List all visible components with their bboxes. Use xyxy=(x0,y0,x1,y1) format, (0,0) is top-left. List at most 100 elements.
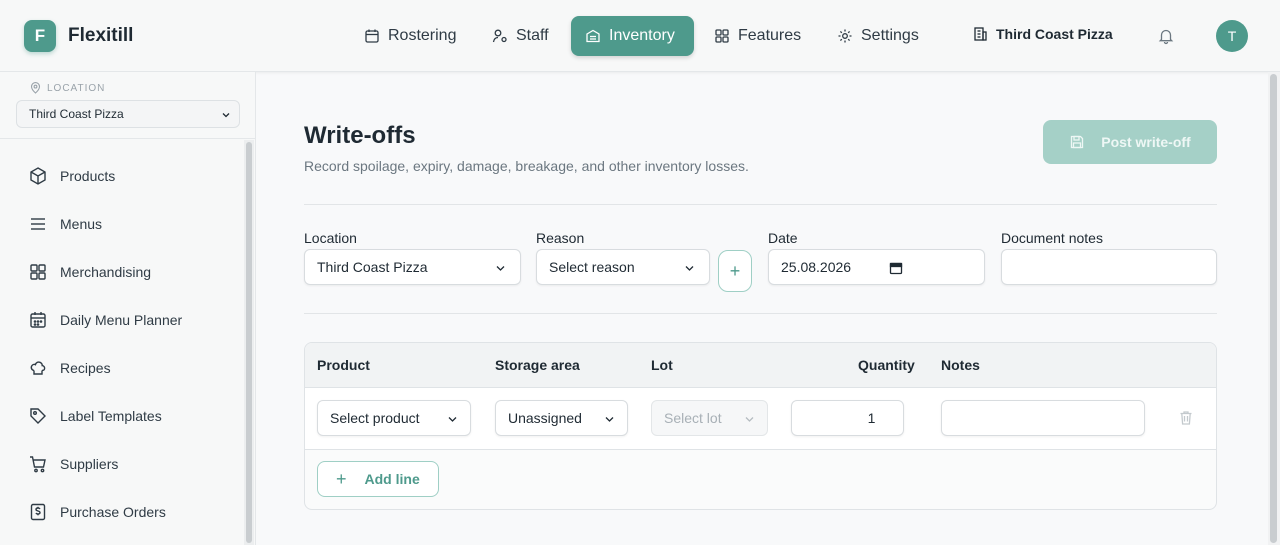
sidebar-item-label: Daily Menu Planner xyxy=(60,312,183,328)
trash-icon xyxy=(1180,411,1192,425)
lot-select-value: Select lot xyxy=(664,410,722,426)
calendar-icon[interactable] xyxy=(889,261,903,275)
map-pin-icon xyxy=(30,82,41,94)
receipt-icon xyxy=(30,503,46,521)
user-icon xyxy=(492,29,507,43)
location-label: Location xyxy=(304,230,357,246)
delete-line-button[interactable] xyxy=(1179,410,1193,431)
nav-settings[interactable]: Settings xyxy=(823,16,933,56)
page-scrollbar-thumb[interactable] xyxy=(1270,74,1277,543)
sidebar-item-label: Merchandising xyxy=(60,264,152,280)
chevron-down-icon xyxy=(685,266,694,271)
box-icon xyxy=(30,167,46,185)
grid-icon xyxy=(715,29,729,43)
sidebar-divider xyxy=(0,138,256,139)
sidebar-item-label: Recipes xyxy=(60,360,111,376)
chevron-down-icon xyxy=(605,417,614,422)
bell-icon xyxy=(1158,29,1174,45)
column-header-lot: Lot xyxy=(651,357,673,373)
date-value: 25.08.2026 xyxy=(781,259,852,275)
nav-features[interactable]: Features xyxy=(700,16,815,56)
sidebar-item-label: Purchase Orders xyxy=(60,504,166,520)
storage-area-value: Unassigned xyxy=(508,410,582,426)
write-off-lines-table: Product Storage area Lot Quantity Notes … xyxy=(304,342,1217,510)
reason-select[interactable]: Select reason xyxy=(536,249,710,285)
sidebar-scrollbar[interactable] xyxy=(244,140,254,545)
top-bar: F Flexitill Rostering Staff Inventory Fe… xyxy=(0,0,1280,72)
sidebar: LOCATION Third Coast Pizza Products Menu… xyxy=(0,72,256,545)
calendar-icon xyxy=(365,29,379,43)
add-line-button[interactable]: + Add line xyxy=(317,461,439,497)
column-header-quantity: Quantity xyxy=(858,357,915,373)
location-name: Third Coast Pizza xyxy=(996,26,1113,42)
nav-label: Staff xyxy=(516,27,549,44)
add-line-label: Add line xyxy=(364,471,420,487)
chevron-down-icon xyxy=(222,113,230,118)
sidebar-item-label-templates[interactable]: Label Templates xyxy=(28,404,162,428)
sidebar-item-suppliers[interactable]: Suppliers xyxy=(28,452,118,476)
nav-label: Rostering xyxy=(388,27,457,44)
sidebar-location-value: Third Coast Pizza xyxy=(29,107,124,121)
menu-lines-icon xyxy=(31,218,45,230)
location-select[interactable]: Third Coast Pizza xyxy=(304,249,521,285)
nav-staff[interactable]: Staff xyxy=(478,16,563,56)
add-reason-button[interactable]: + xyxy=(718,250,752,292)
lot-select[interactable]: Select lot xyxy=(651,400,768,436)
table-header: Product Storage area Lot Quantity Notes xyxy=(305,343,1216,388)
reason-label: Reason xyxy=(536,230,585,246)
cart-icon xyxy=(30,456,46,473)
nav-inventory[interactable]: Inventory xyxy=(571,16,694,56)
document-notes-label: Document notes xyxy=(1001,230,1103,246)
divider xyxy=(304,204,1217,205)
avatar[interactable]: T xyxy=(1216,20,1248,52)
calendar-icon xyxy=(30,312,46,328)
page-scrollbar[interactable] xyxy=(1268,72,1280,545)
notifications-button[interactable] xyxy=(1157,27,1175,50)
sidebar-item-label: Products xyxy=(60,168,116,184)
column-header-product: Product xyxy=(317,357,370,373)
sidebar-item-recipes[interactable]: Recipes xyxy=(28,356,111,380)
post-write-off-button[interactable]: Post write-off xyxy=(1043,120,1217,164)
save-icon xyxy=(1071,135,1084,149)
grid-icon xyxy=(30,264,46,280)
product-select-value: Select product xyxy=(330,410,420,426)
divider xyxy=(304,313,1217,314)
date-input[interactable]: 25.08.2026 xyxy=(768,249,985,285)
sidebar-item-label: Menus xyxy=(60,216,103,232)
quantity-value: 1 xyxy=(867,410,876,426)
sidebar-item-merchandising[interactable]: Merchandising xyxy=(28,260,151,284)
sidebar-location-heading: LOCATION xyxy=(30,82,105,94)
reason-select-value: Select reason xyxy=(549,259,635,275)
location-switcher[interactable]: Third Coast Pizza xyxy=(972,26,1113,42)
date-label: Date xyxy=(768,230,798,246)
quantity-input[interactable]: 1 xyxy=(791,400,904,436)
building-icon xyxy=(974,27,987,41)
post-write-off-label: Post write-off xyxy=(1101,134,1191,150)
sidebar-location-select[interactable]: Third Coast Pizza xyxy=(16,100,240,128)
storage-area-select[interactable]: Unassigned xyxy=(495,400,628,436)
sidebar-item-purchase-orders[interactable]: Purchase Orders xyxy=(28,500,166,524)
sidebar-item-label: Label Templates xyxy=(60,408,162,424)
column-header-notes: Notes xyxy=(941,357,980,373)
chevron-down-icon xyxy=(745,417,754,422)
sidebar-item-menus[interactable]: Menus xyxy=(28,212,102,236)
brand[interactable]: F Flexitill xyxy=(24,20,133,52)
sidebar-item-daily-menu-planner[interactable]: Daily Menu Planner xyxy=(28,308,182,332)
page-title: Write-offs xyxy=(304,122,416,149)
nav-label: Settings xyxy=(861,27,919,44)
sidebar-scrollbar-thumb[interactable] xyxy=(246,142,252,543)
app-name: Flexitill xyxy=(68,25,134,46)
tag-icon xyxy=(30,408,46,424)
line-notes-input[interactable] xyxy=(941,400,1145,436)
sidebar-location-label: LOCATION xyxy=(47,82,106,94)
nav-rostering[interactable]: Rostering xyxy=(350,16,470,56)
page-subtitle: Record spoilage, expiry, damage, breakag… xyxy=(304,158,749,174)
chevron-down-icon xyxy=(448,417,457,422)
sidebar-item-products[interactable]: Products xyxy=(28,164,115,188)
sidebar-item-label: Suppliers xyxy=(60,456,119,472)
gear-icon xyxy=(838,29,852,43)
document-notes-input[interactable] xyxy=(1001,249,1217,285)
chevron-down-icon xyxy=(496,266,505,271)
chef-hat-icon xyxy=(30,361,46,375)
product-select[interactable]: Select product xyxy=(317,400,471,436)
